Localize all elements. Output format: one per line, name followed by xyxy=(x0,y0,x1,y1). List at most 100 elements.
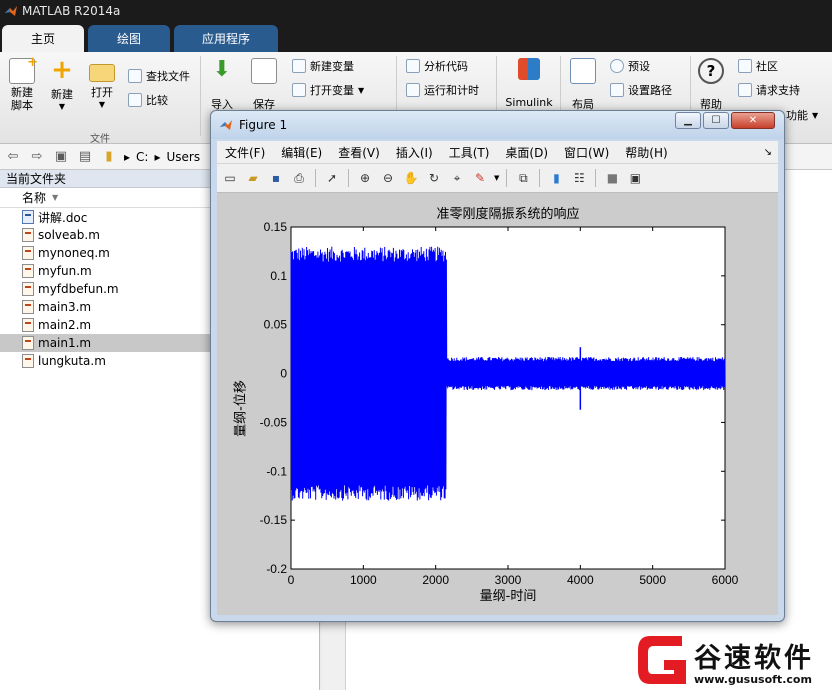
toolbar-divider xyxy=(539,169,541,187)
open-icon[interactable]: ▰ xyxy=(244,169,262,187)
chevron-down-icon: ▼ xyxy=(358,85,365,95)
dock-arrow-icon[interactable]: ↘ xyxy=(764,147,772,158)
set-path-label: 设置路径 xyxy=(628,84,672,97)
matlab-file-icon xyxy=(22,246,34,260)
compare-label: 比较 xyxy=(146,94,168,107)
figure-menubar: 文件(F) 编辑(E) 查看(V) 插入(I) 工具(T) 桌面(D) 窗口(W… xyxy=(217,141,778,163)
back-arrow-icon[interactable]: ⇦ xyxy=(4,148,22,166)
menu-window[interactable]: 窗口(W) xyxy=(556,144,617,161)
save-icon[interactable]: ▪ xyxy=(267,169,285,187)
browse-folder-icon[interactable]: ▤ xyxy=(76,148,94,166)
layout-button[interactable]: 布局 xyxy=(566,58,600,112)
analyze-code-icon xyxy=(406,59,420,73)
chevron-down-icon[interactable]: ▼ xyxy=(494,174,499,182)
community-button[interactable]: 社区 xyxy=(738,58,778,74)
print-icon[interactable]: ⎙ xyxy=(290,169,308,187)
set-path-icon xyxy=(610,83,624,97)
help-button[interactable]: ? 帮助 xyxy=(696,58,726,112)
plus-icon: + xyxy=(51,55,73,85)
maximize-icon[interactable]: ☐ xyxy=(703,112,729,129)
figure-window: Figure 1 ▁ ☐ ✕ 文件(F) 编辑(E) 查看(V) 插入(I) 工… xyxy=(210,110,785,622)
new-variable-icon xyxy=(292,59,306,73)
menu-help[interactable]: 帮助(H) xyxy=(617,144,675,161)
matlab-logo-icon xyxy=(220,120,232,130)
open-button[interactable]: 打开 ▼ xyxy=(86,58,118,109)
file-name: mynoneq.m xyxy=(38,246,110,260)
file-name: main1.m xyxy=(38,336,92,350)
word-doc-icon xyxy=(22,210,34,224)
close-icon[interactable]: ✕ xyxy=(731,112,775,129)
figure-toolbar: ▭ ▰ ▪ ⎙ ➚ ⊕ ⊖ ✋ ↻ ⌖ ✎ ▼ ⧉ ▮ ☷ ■ ▣ xyxy=(217,163,778,193)
addons-button[interactable]: 功能 ▼ xyxy=(786,107,818,123)
folder-icon xyxy=(89,64,115,82)
chevron-down-icon: ▼ xyxy=(98,100,106,109)
menu-edit[interactable]: 编辑(E) xyxy=(273,144,330,161)
hide-tools-icon[interactable]: ■ xyxy=(603,169,621,187)
run-and-time-label: 运行和计时 xyxy=(424,84,479,97)
y-tick-label: 0.15 xyxy=(264,220,288,234)
community-icon xyxy=(738,59,752,73)
compare-icon xyxy=(128,93,142,107)
pointer-icon[interactable]: ➚ xyxy=(323,169,341,187)
rotate-icon[interactable]: ↻ xyxy=(425,169,443,187)
data-cursor-icon[interactable]: ⌖ xyxy=(448,169,466,187)
breadcrumb-users[interactable]: Users xyxy=(166,150,200,164)
request-support-button[interactable]: 请求支持 xyxy=(738,82,800,98)
menu-tools[interactable]: 工具(T) xyxy=(441,144,498,161)
tab-apps[interactable]: 应用程序 xyxy=(174,25,278,52)
matlab-file-icon xyxy=(22,300,34,314)
colorbar-icon[interactable]: ▮ xyxy=(547,169,565,187)
file-name: main2.m xyxy=(38,318,92,332)
up-folder-icon[interactable]: ▣ xyxy=(52,148,70,166)
figure-titlebar[interactable]: Figure 1 ▁ ☐ ✕ xyxy=(211,111,784,139)
breadcrumb: ▸ C: ▸ Users xyxy=(124,150,200,164)
menu-insert[interactable]: 插入(I) xyxy=(388,144,441,161)
simulink-button[interactable]: Simulink xyxy=(504,58,554,109)
zoom-out-icon[interactable]: ⊖ xyxy=(379,169,397,187)
set-path-button[interactable]: 设置路径 xyxy=(610,82,672,98)
layout-icon xyxy=(570,58,596,84)
brush-icon[interactable]: ✎ xyxy=(471,169,489,187)
forward-arrow-icon[interactable]: ⇨ xyxy=(28,148,46,166)
breadcrumb-drive[interactable]: C: xyxy=(136,150,148,164)
import-button[interactable]: ⬇ 导入 xyxy=(206,58,238,112)
zoom-in-icon[interactable]: ⊕ xyxy=(356,169,374,187)
show-tools-icon[interactable]: ▣ xyxy=(626,169,644,187)
tab-home[interactable]: 主页 xyxy=(2,25,84,52)
analyze-code-button[interactable]: 分析代码 xyxy=(406,58,468,74)
save-workspace-icon xyxy=(251,58,277,84)
tab-plots[interactable]: 绘图 xyxy=(88,25,170,52)
menu-file[interactable]: 文件(F) xyxy=(217,144,273,161)
menu-desktop[interactable]: 桌面(D) xyxy=(497,144,556,161)
find-files-button[interactable]: 查找文件 xyxy=(128,68,190,84)
plot-area[interactable]: 0 1000 2000 3000 4000 5000 60000.150.10.050-0.… xyxy=(217,193,778,615)
help-icon: ? xyxy=(698,58,724,84)
import-arrow-icon: ⬇ xyxy=(212,57,232,82)
analyze-code-label: 分析代码 xyxy=(424,60,468,73)
matlab-file-icon xyxy=(22,336,34,350)
new-button[interactable]: + 新建 ▼ xyxy=(46,55,78,111)
save-workspace-button[interactable]: 保存 xyxy=(248,58,280,112)
legend-icon[interactable]: ☷ xyxy=(570,169,588,187)
matlab-file-icon xyxy=(22,264,34,278)
simulink-label: Simulink xyxy=(505,96,553,109)
link-icon[interactable]: ⧉ xyxy=(514,169,532,187)
figure-canvas: 0 1000 2000 3000 4000 5000 6000 0.15 0.1 0.05 0 -0.… xyxy=(217,193,778,615)
compare-button[interactable]: 比较 xyxy=(128,92,168,108)
menu-view[interactable]: 查看(V) xyxy=(330,144,388,161)
sort-arrow-icon: ▼ xyxy=(52,193,59,202)
ribbon-divider xyxy=(200,56,201,136)
run-and-time-button[interactable]: 运行和计时 xyxy=(406,82,479,98)
toolbar-divider xyxy=(315,169,316,187)
preferences-button[interactable]: 预设 xyxy=(610,58,650,74)
pan-icon[interactable]: ✋ xyxy=(402,169,420,187)
open-variable-button[interactable]: 打开变量 ▼ xyxy=(292,82,364,98)
name-column-label: 名称 xyxy=(22,191,47,205)
minimize-icon[interactable]: ▁ xyxy=(675,112,701,129)
new-figure-icon[interactable]: ▭ xyxy=(221,169,239,187)
request-support-icon xyxy=(738,83,752,97)
new-variable-button[interactable]: 新建变量 xyxy=(292,58,354,74)
y-tick-label: 0.05 xyxy=(264,318,288,332)
figure-title: Figure 1 xyxy=(239,118,288,132)
new-script-button[interactable]: + 新建 脚本 xyxy=(6,55,38,112)
